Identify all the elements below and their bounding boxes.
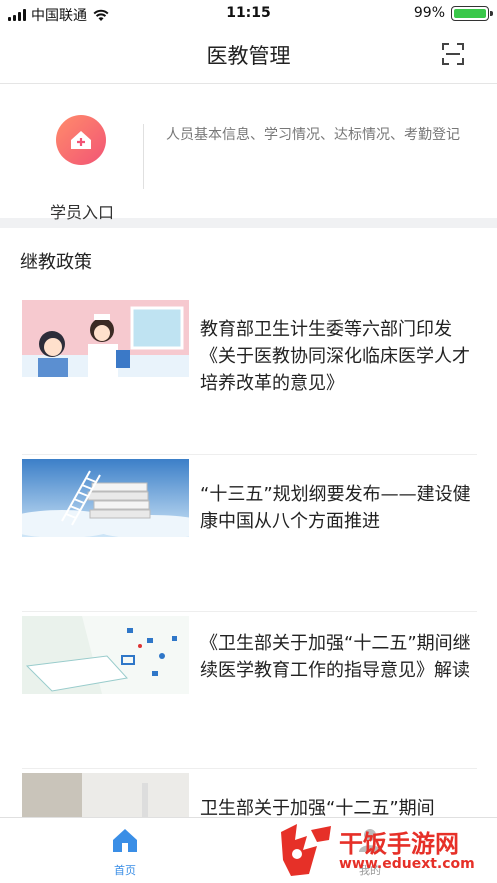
tab-home[interactable]: 首页 (85, 826, 165, 878)
watermark-url: www.eduext.com (339, 856, 475, 872)
article-thumbnail-books (22, 459, 189, 537)
student-entry-label: 学员入口 (49, 203, 114, 222)
article-thumbnail-doctor (22, 616, 189, 694)
student-entry-button[interactable]: 学员入口 (36, 110, 128, 222)
article-item[interactable]: 教育部卫生计生委等六部门印发《关于医教协同深化临床医学人才培养改革的意见》 (22, 298, 477, 455)
divider (143, 124, 144, 189)
page-title: 医教管理 (206, 44, 291, 68)
entry-description: 人员基本信息、学习情况、达标情况、考勤登记 (166, 127, 460, 143)
watermark-logo-icon (281, 824, 331, 876)
student-entry-section: 学员入口 人员基本信息、学习情况、达标情况、考勤登记 (0, 84, 497, 228)
scan-icon[interactable] (441, 42, 465, 66)
home-badge-icon (56, 115, 106, 165)
watermark-name: 干饭手游网 (339, 830, 459, 858)
article-item[interactable]: 《卫生部关于加强“十二五”期间继续医学教育工作的指导意见》解读 (22, 612, 477, 769)
article-title: “十三五”规划纲要发布——建设健康中国从八个方面推进 (200, 484, 471, 532)
home-icon (113, 829, 137, 852)
status-bar: 中国联通 11:15 99% (0, 0, 497, 28)
battery-percent: 99% (413, 5, 445, 21)
tab-home-label: 首页 (114, 864, 136, 877)
article-thumbnail-nurse (22, 300, 189, 377)
watermark: 干饭手游网 www.eduext.com (273, 820, 493, 880)
section-title: 继教政策 (20, 252, 92, 273)
article-title: 《卫生部关于加强“十二五”期间继续医学教育工作的指导意见》解读 (200, 633, 471, 681)
article-item[interactable]: “十三五”规划纲要发布——建设健康中国从八个方面推进 (22, 455, 477, 612)
article-list: 教育部卫生计生委等六部门印发《关于医教协同深化临床医学人才培养改革的意见》 “十… (22, 298, 477, 829)
nav-bar: 医教管理 (0, 28, 497, 84)
article-title: 教育部卫生计生委等六部门印发《关于医教协同深化临床医学人才培养改革的意见》 (200, 319, 470, 394)
battery-icon (451, 5, 493, 21)
